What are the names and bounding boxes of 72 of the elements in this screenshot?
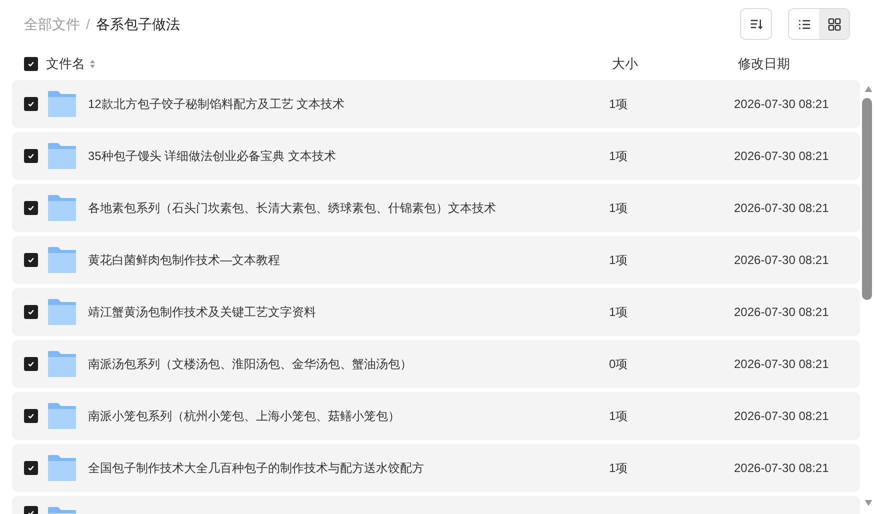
file-name[interactable]: 南派小笼包系列（杭州小笼包、上海小笼包、菇鳝小笼包） bbox=[88, 407, 609, 425]
modified-date: 2026-07-30 08:21 bbox=[734, 356, 829, 373]
file-name[interactable]: 各地素包系列（石头门坎素包、长清大素包、绣球素包、什锦素包）文本技术 bbox=[88, 199, 609, 217]
column-header[interactable]: 修改日期 bbox=[738, 54, 790, 74]
folder-icon bbox=[47, 454, 77, 482]
check-icon bbox=[27, 308, 35, 316]
file-name[interactable]: 35种包子馒头 详细做法创业必备宝典 文本技术 bbox=[88, 147, 609, 165]
checkbox[interactable] bbox=[24, 97, 38, 111]
folder-icon bbox=[47, 402, 77, 430]
checkbox[interactable] bbox=[24, 461, 38, 475]
file-name[interactable]: 南派汤包系列（文楼汤包、淮阳汤包、金华汤包、蟹油汤包） bbox=[88, 355, 609, 373]
check-icon bbox=[27, 60, 35, 68]
file-row[interactable]: 12款北方包子饺子秘制馅料配方及工艺 文本技术 1项 2026-07-30 08:21 bbox=[12, 80, 860, 128]
file-row[interactable]: 各地素包系列（石头门坎素包、长清大素包、绣球素包、什锦素包）文本技术 1项 2026-07-30 08:21 bbox=[12, 184, 860, 232]
folder-icon bbox=[47, 142, 77, 170]
file-row[interactable]: 全国包子制作技术大全几百种包子的制作技术与配方送水饺配方 1项 2026-07-30 08:21 bbox=[12, 444, 860, 492]
checkbox[interactable] bbox=[24, 253, 38, 267]
sort-icon bbox=[749, 17, 763, 31]
list-icon bbox=[798, 18, 810, 30]
checkbox[interactable] bbox=[24, 305, 38, 319]
modified-date: 2026-07-30 08:21 bbox=[734, 252, 829, 269]
check-icon bbox=[27, 100, 35, 108]
check-icon bbox=[27, 152, 35, 160]
check-icon bbox=[27, 412, 35, 420]
file-row[interactable]: 南派汤包系列（文楼汤包、淮阳汤包、金华汤包、蟹油汤包） 0项 2026-07-30 08:21 bbox=[12, 340, 860, 388]
file-name[interactable]: 12款北方包子饺子秘制馅料配方及工艺 文本技术 bbox=[88, 95, 609, 113]
sort-button[interactable] bbox=[740, 8, 772, 40]
grid-view-button[interactable] bbox=[819, 9, 849, 39]
modified-date: 2026-07-30 08:21 bbox=[734, 148, 829, 165]
check-icon bbox=[27, 464, 35, 472]
folder-icon bbox=[47, 350, 77, 378]
checkbox[interactable] bbox=[24, 57, 38, 71]
file-name[interactable]: 全国包子制作技术大全几百种包子的制作技术与配方送水饺配方 bbox=[88, 459, 609, 477]
grid-icon bbox=[828, 18, 840, 30]
file-size: 1项 bbox=[609, 96, 629, 113]
column-header[interactable]: 大小 bbox=[612, 54, 738, 74]
file-size: 1项 bbox=[609, 460, 629, 477]
modified-date: 2026-07-30 08:21 bbox=[734, 408, 829, 425]
file-row[interactable]: 靖江蟹黄汤包制作技术及关键工艺文字资料 1项 2026-07-30 08:21 bbox=[12, 288, 860, 336]
modified-date: 2026-07-30 08:21 bbox=[734, 460, 829, 477]
checkbox[interactable] bbox=[24, 409, 38, 423]
scroll-up-icon[interactable] bbox=[864, 86, 872, 92]
folder-icon bbox=[47, 194, 77, 222]
file-size: 1项 bbox=[609, 200, 629, 217]
file-size: 1项 bbox=[609, 148, 629, 165]
file-row[interactable]: 黄花白菌鲜肉包制作技术—文本教程 1项 2026-07-30 08:21 bbox=[12, 236, 860, 284]
checkbox[interactable] bbox=[24, 149, 38, 163]
check-icon bbox=[27, 360, 35, 368]
file-row[interactable]: 南派小笼包系列（杭州小笼包、上海小笼包、菇鳝小笼包） 1项 2026-07-30 08:21 bbox=[12, 392, 860, 440]
checkbox[interactable] bbox=[24, 357, 38, 371]
scrollbar-thumb[interactable] bbox=[862, 98, 872, 300]
file-size: 0项 bbox=[609, 356, 629, 373]
file-name[interactable]: 靖江蟹黄汤包制作技术及关键工艺文字资料 bbox=[88, 303, 609, 321]
folder-icon bbox=[47, 90, 77, 118]
file-size: 1项 bbox=[609, 252, 629, 269]
file-row[interactable]: 35种包子馒头 详细做法创业必备宝典 文本技术 1项 2026-07-30 08:21 bbox=[12, 132, 860, 180]
modified-date: 2026-07-30 08:21 bbox=[734, 96, 829, 113]
breadcrumb-item[interactable]: 各系包子做法 bbox=[96, 14, 180, 34]
folder-icon bbox=[47, 298, 77, 326]
file-size: 1项 bbox=[609, 408, 629, 425]
sort-arrows-icon[interactable] bbox=[89, 59, 96, 69]
checkbox[interactable] bbox=[24, 201, 38, 215]
check-icon bbox=[27, 256, 35, 264]
modified-date: 2026-07-30 08:21 bbox=[734, 200, 829, 217]
folder-icon bbox=[47, 246, 77, 274]
file-size: 1项 bbox=[609, 304, 629, 321]
breadcrumb-separator: / bbox=[86, 14, 90, 34]
modified-date: 2026-07-30 08:21 bbox=[734, 304, 829, 321]
column-header[interactable]: 文件名 bbox=[46, 54, 85, 74]
scroll-down-icon[interactable] bbox=[864, 500, 872, 506]
check-icon bbox=[27, 204, 35, 212]
file-name[interactable]: 黄花白菌鲜肉包制作技术—文本教程 bbox=[88, 251, 609, 269]
